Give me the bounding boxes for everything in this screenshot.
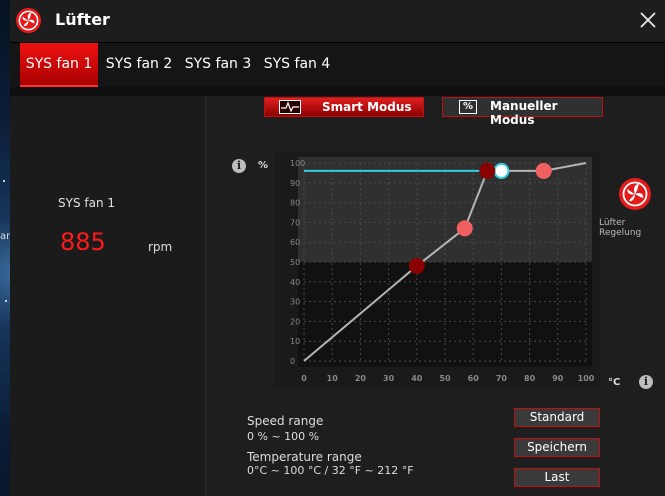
fan-logo-icon [15,7,42,34]
chart-info-icon[interactable]: i [232,159,246,173]
y-tick-label: 40 [290,278,300,287]
manual-mode-button[interactable]: % Manueller Modus [442,97,603,127]
load-button[interactable]: Last [514,468,600,487]
y-tick-label: 60 [290,238,300,247]
tab-divider [10,87,665,96]
smart-mode-label: Smart Modus [322,100,412,114]
x-axis-unit: °C [608,377,621,388]
fan-status-panel [10,96,206,496]
curve-control-point[interactable] [456,220,473,237]
manual-mode-label: Manueller Modus [490,99,558,127]
y-tick-label: 50 [290,258,300,267]
temperature-range-title: Temperature range [247,450,362,464]
x-tick-label: 70 [496,374,508,383]
fan-control-label: Lüfter Regelung [599,218,642,238]
speed-range-value: 0 % ~ 100 % [247,430,320,443]
y-tick-label: 30 [290,298,300,307]
x-tick-label: 0 [301,374,307,383]
speed-range-title: Speed range [247,414,324,428]
y-tick-label: 90 [290,179,300,188]
curve-control-point[interactable] [479,162,496,179]
y-tick-label: 70 [290,218,300,227]
window-title: Lüfter [55,10,110,29]
temperature-info-icon[interactable]: i [639,375,653,389]
tab-sys-fan-1[interactable]: SYS fan 1 [20,43,98,87]
y-tick-label: 100 [290,159,305,168]
close-icon[interactable] [635,7,661,33]
fan-name-label: SYS fan 1 [58,196,116,210]
x-tick-label: 30 [383,374,395,383]
current-temperature-marker [493,162,510,179]
tab-sys-fan-4[interactable]: SYS fan 4 [262,43,332,85]
x-tick-label: 50 [439,374,451,383]
y-tick-label: 0 [290,357,295,366]
fan-curve-chart[interactable]: 0 10 20 30 40 50 60 70 80 90 100 0 10 20 30 40 50 60 70 80 9… [274,151,600,387]
x-tick-label: 60 [468,374,480,383]
y-tick-label: 10 [290,337,300,346]
fan-rpm-unit: rpm [148,240,173,254]
temperature-range-value: 0°C ~ 100 °C / 32 °F ~ 212 °F [247,464,414,477]
title-bar: Lüfter [10,0,665,43]
desktop-star [5,300,7,302]
fan-control-logo-icon[interactable] [618,177,652,211]
x-tick-label: 10 [327,374,339,383]
waveform-icon [279,100,301,114]
smart-mode-button[interactable]: Smart Modus [264,97,424,117]
fan-tabs: SYS fan 1 SYS fan 2 SYS fan 3 SYS fan 4 [10,43,665,87]
curve-control-point[interactable] [535,162,552,179]
fan-rpm-value: 885 [60,228,106,256]
x-tick-label: 80 [524,374,536,383]
x-tick-label: 90 [552,374,564,383]
curve-control-point[interactable] [408,257,425,274]
y-tick-label: 20 [290,317,300,326]
x-tick-label: 40 [411,374,423,383]
desktop-star [3,180,5,182]
x-tick-label: 20 [355,374,367,383]
y-axis-unit: % [258,160,269,171]
tab-sys-fan-2[interactable]: SYS fan 2 [104,43,174,85]
tab-sys-fan-3[interactable]: SYS fan 3 [183,43,253,85]
save-button[interactable]: Speichern [514,438,600,457]
fan-window: Lüfter SYS fan 1 SYS fan 2 SYS fan 3 SYS… [10,0,665,496]
y-tick-label: 80 [290,199,300,208]
standard-button[interactable]: Standard [514,408,600,427]
percent-icon: % [459,100,477,114]
x-tick-label: 100 [578,374,595,383]
